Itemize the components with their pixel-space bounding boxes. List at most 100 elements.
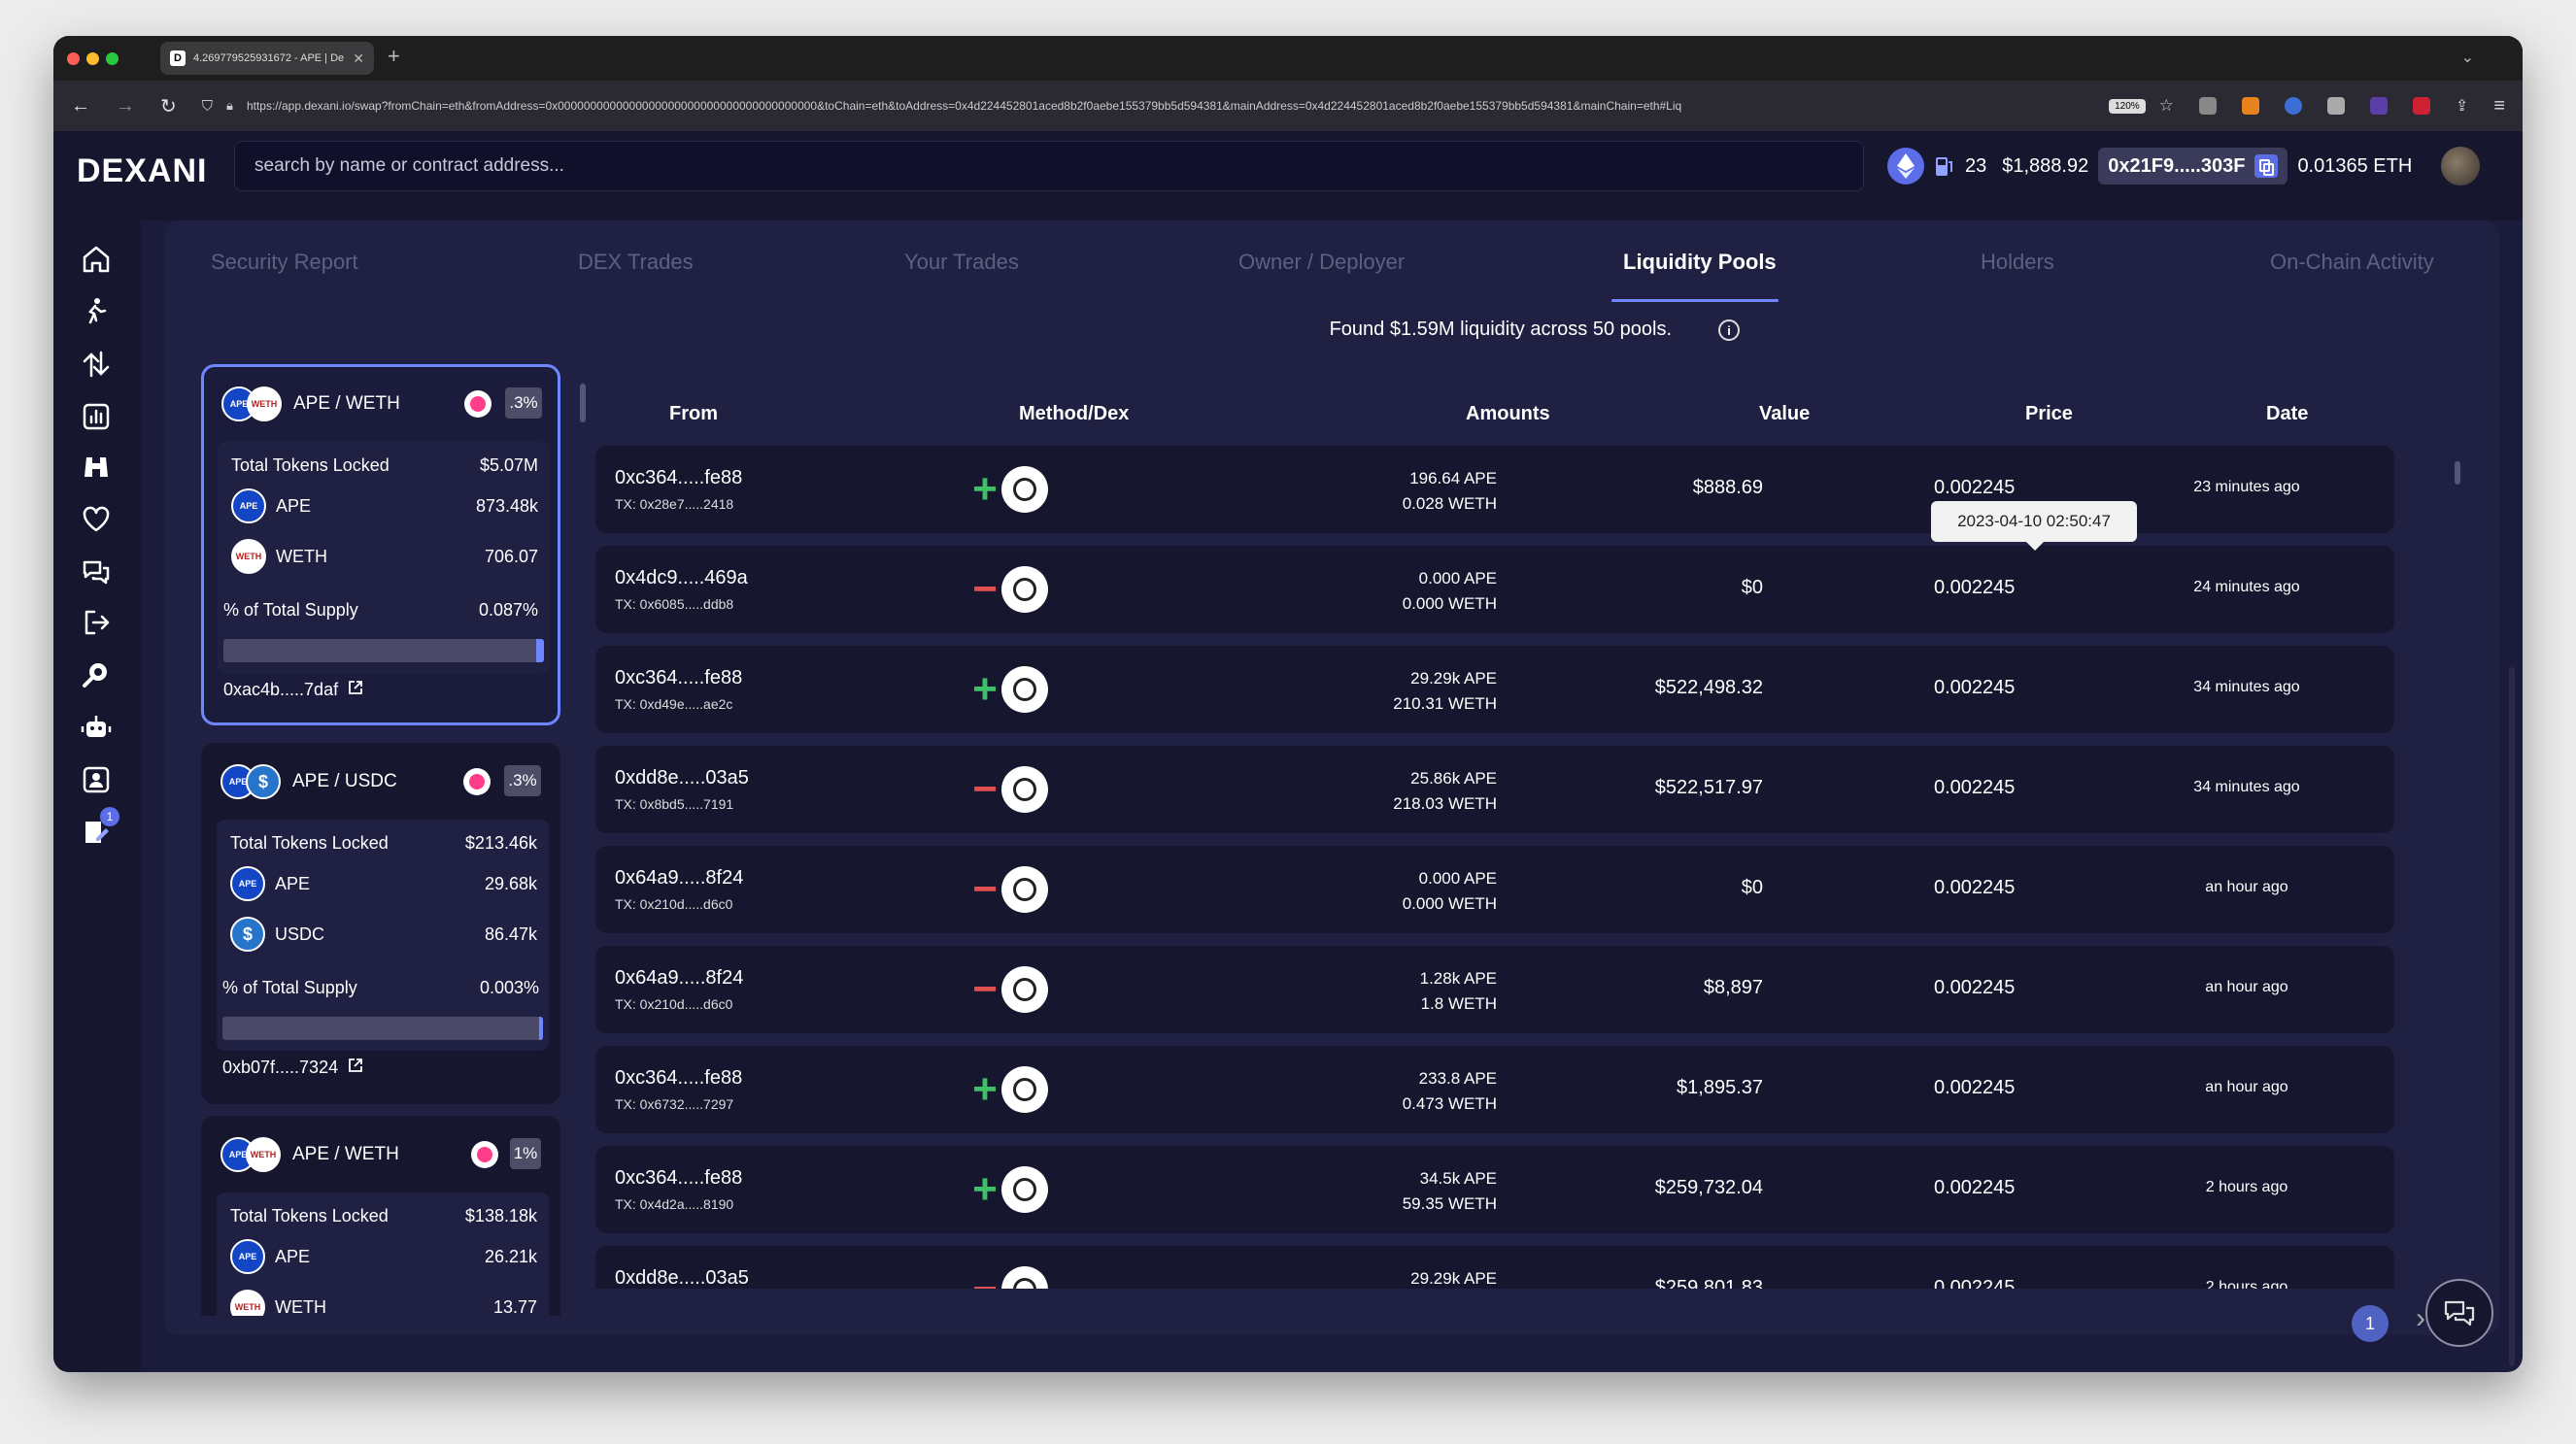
chat-icon[interactable] [79,554,114,589]
row-date[interactable]: 34 minutes ago [2150,779,2344,796]
tab-holders[interactable]: Holders [1981,250,2054,275]
zoom-badge[interactable]: 120% [2109,98,2146,114]
tab-your-trades[interactable]: Your Trades [904,250,1019,275]
tab-list-icon[interactable]: ⌄ [2461,48,2474,67]
ethereum-icon[interactable] [1887,148,1924,185]
next-page-icon[interactable]: › [2416,1302,2425,1335]
tx-hash[interactable]: TX: 0x4d2a.....8190 [615,1196,733,1212]
row-date[interactable]: 23 minutes ago [2150,479,2344,496]
search-input[interactable]: search by name or contract address... [234,141,1864,191]
extension-purple-icon[interactable] [2369,97,2388,115]
tx-hash[interactable]: TX: 0x6732.....7297 [615,1096,733,1112]
extension-generic-icon[interactable] [2326,97,2345,115]
info-icon[interactable]: i [1718,319,1740,341]
from-address[interactable]: 0xc364.....fe88 [615,1167,742,1190]
col-amounts[interactable]: Amounts [1466,403,1550,425]
table-row[interactable]: 0x64a9.....8f24 TX: 0x210d.....d6c0 − 1.28k… [595,946,2394,1033]
from-address[interactable]: 0x64a9.....8f24 [615,867,743,890]
wallet-address-button[interactable]: 0x21F9.....303F [2098,148,2288,185]
extension-metamask-icon[interactable] [2241,97,2259,115]
logout-icon[interactable] [79,605,114,640]
extension-red-icon[interactable] [2412,97,2430,115]
table-row[interactable]: 0x64a9.....8f24 TX: 0x210d.....d6c0 − 0.000… [595,846,2394,933]
table-scrollbar[interactable] [2455,461,2460,485]
tab-dex-trades[interactable]: DEX Trades [578,250,694,275]
from-address[interactable]: 0xc364.....fe88 [615,1067,742,1090]
dexani-logo[interactable]: DEXANI [77,152,207,190]
col-method[interactable]: Method/Dex [1019,403,1129,425]
row-date[interactable]: 24 minutes ago [2150,579,2344,596]
url-text[interactable]: https://app.dexani.io/swap?fromChain=eth… [247,99,2095,113]
col-date[interactable]: Date [2266,403,2308,425]
tx-hash[interactable]: TX: 0x210d.....d6c0 [615,996,732,1012]
from-address[interactable]: 0xdd8e.....03a5 [615,767,749,789]
address-bar[interactable]: ⛉ 🔒︎ https://app.dexani.io/swap?fromChai… [202,88,2174,123]
heart-icon[interactable] [79,502,114,537]
forward-icon[interactable]: → [116,95,135,118]
from-address[interactable]: 0xc364.....fe88 [615,467,742,489]
extension-wallet-icon[interactable] [2284,97,2302,115]
row-date[interactable]: 2 hours ago [2150,1179,2344,1196]
col-from[interactable]: From [669,403,718,425]
tab-security-report[interactable]: Security Report [211,250,358,275]
copy-icon[interactable] [2254,154,2279,178]
home-icon[interactable] [79,242,114,277]
close-tab-icon[interactable]: ✕ [353,50,364,67]
table-row[interactable]: 0x4dc9.....469a TX: 0x6085.....ddb8 − 0.000… [595,546,2394,633]
external-link-icon[interactable] [348,1058,363,1078]
col-value[interactable]: Value [1759,403,1810,425]
menu-icon[interactable]: ≡ [2493,95,2505,118]
contact-icon[interactable] [79,762,114,797]
pool-card[interactable]: APE WETH APE / WETH 1% Total Tokens Lock… [201,1116,560,1316]
table-row[interactable]: 0xc364.....fe88 TX: 0x6732.....7297 +233.8… [595,1046,2394,1133]
tx-hash[interactable]: TX: 0x8bd5.....7191 [615,796,733,812]
row-date[interactable]: an hour ago [2150,979,2344,996]
zoom-window-button[interactable] [106,52,119,65]
bookmark-star-icon[interactable]: ☆ [2159,96,2174,116]
tab-owner-deployer[interactable]: Owner / Deployer [1238,250,1405,275]
table-row[interactable]: 0xdd8e.....03a5 − 29.29k APE $259,801.83 0.0… [595,1246,2394,1289]
external-link-icon[interactable] [348,680,363,700]
page-scrollbar[interactable] [2509,667,2515,1366]
new-tab-button[interactable]: + [388,44,400,69]
from-address[interactable]: 0xc364.....fe88 [615,667,742,689]
pool-address-link[interactable]: 0xb07f.....7324 [222,1058,363,1078]
pool-address-link[interactable]: 0xac4b.....7daf [223,680,363,700]
search-globe-icon[interactable] [79,657,114,692]
chart-icon[interactable] [79,399,114,434]
lock-icon[interactable]: 🔒︎ [226,98,233,114]
minimize-window-button[interactable] [86,52,99,65]
from-address[interactable]: 0xdd8e.....03a5 [615,1267,749,1289]
table-row[interactable]: 0xc364.....fe88 TX: 0xd49e.....ae2c +29.29… [595,646,2394,733]
table-row[interactable]: 0xdd8e.....03a5 TX: 0x8bd5.....7191 − 25.86… [595,746,2394,833]
row-date[interactable]: an hour ago [2150,879,2344,896]
reload-icon[interactable]: ↻ [160,94,177,118]
notes-icon[interactable]: 1 [79,807,119,850]
browser-tab[interactable]: D 4.269779525931672 - APE | De ✕ [160,42,374,75]
shield-icon[interactable]: ⛉ [202,98,213,115]
swap-icon[interactable] [79,347,114,382]
tx-hash[interactable]: TX: 0x6085.....ddb8 [615,596,733,612]
tx-hash[interactable]: TX: 0x28e7.....2418 [615,496,733,512]
share-icon[interactable]: ⇪ [2456,96,2468,116]
table-row[interactable]: 0xc364.....fe88 TX: 0x4d2a.....8190 +34.5k… [595,1146,2394,1233]
row-date[interactable]: 34 minutes ago [2150,679,2344,696]
close-window-button[interactable] [67,52,80,65]
chat-support-button[interactable] [2425,1279,2493,1347]
col-price[interactable]: Price [2025,403,2073,425]
back-icon[interactable]: ← [71,95,90,118]
from-address[interactable]: 0x4dc9.....469a [615,567,748,589]
row-date[interactable]: 2 hours ago [2150,1279,2344,1289]
page-1-button[interactable]: 1 [2352,1305,2389,1342]
pool-card[interactable]: APE $ APE / USDC .3% Total Tokens Locked… [201,743,560,1104]
from-address[interactable]: 0x64a9.....8f24 [615,967,743,990]
binoculars-icon[interactable] [79,450,114,485]
tx-hash[interactable]: TX: 0xd49e.....ae2c [615,696,732,712]
row-date[interactable]: an hour ago [2150,1079,2344,1096]
tab-liquidity-pools[interactable]: Liquidity Pools [1623,250,1777,275]
avatar[interactable] [2441,147,2481,185]
walker-icon[interactable] [79,294,114,329]
tab-on-chain-activity[interactable]: On-Chain Activity [2270,250,2434,275]
extension-tools-icon[interactable] [2198,97,2217,115]
tx-hash[interactable]: TX: 0x210d.....d6c0 [615,896,732,912]
